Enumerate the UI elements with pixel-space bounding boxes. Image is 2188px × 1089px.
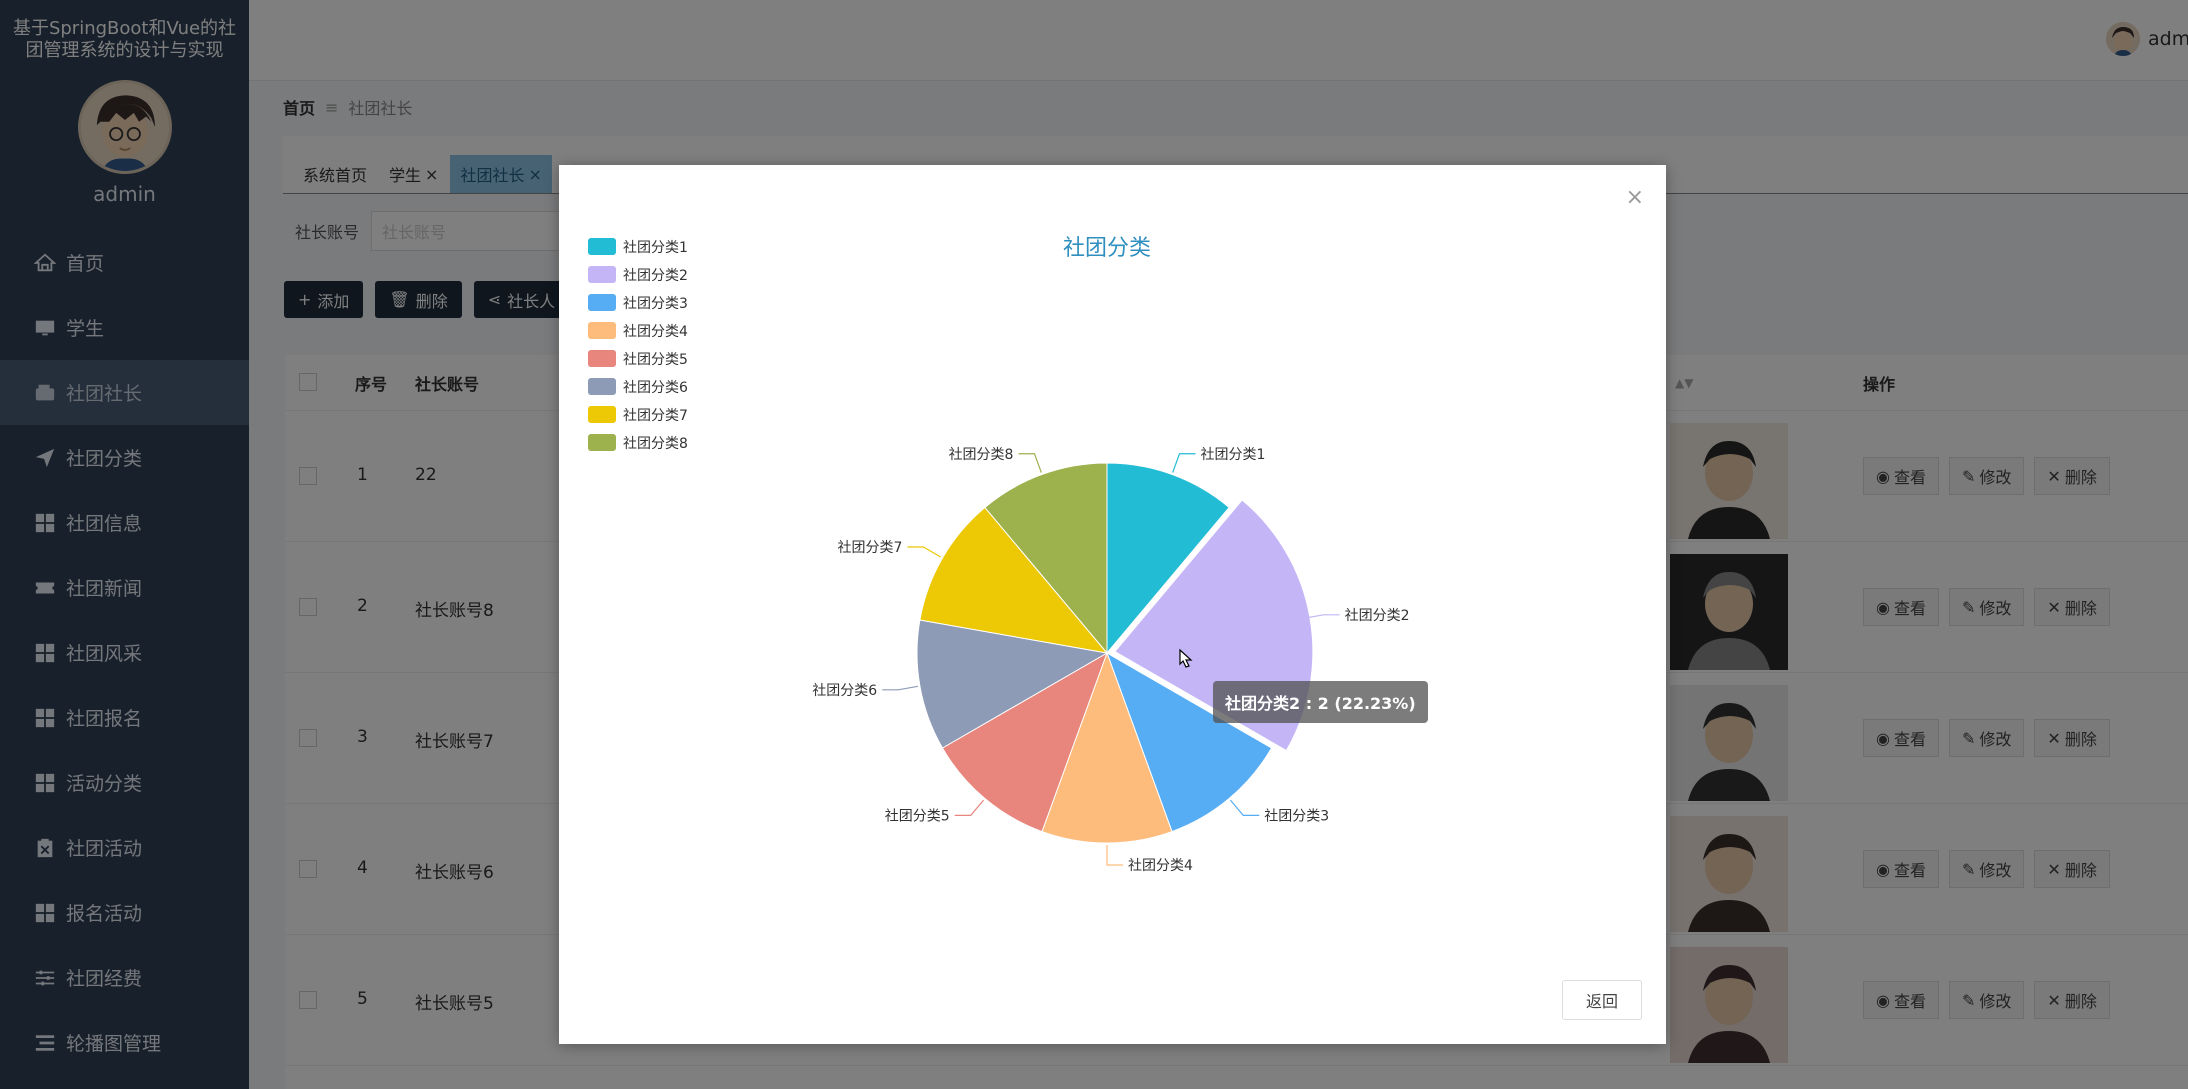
slice-label: 社团分类2 xyxy=(1345,608,1410,624)
legend-label[interactable]: 社团分类7 xyxy=(623,408,688,424)
legend-swatch[interactable] xyxy=(588,350,616,367)
legend-label[interactable]: 社团分类2 xyxy=(623,268,688,284)
slice-label-line xyxy=(1018,453,1042,473)
slice-label-line xyxy=(1229,799,1260,817)
legend-swatch[interactable] xyxy=(588,266,616,283)
legend-swatch[interactable] xyxy=(588,378,616,395)
slice-label-line xyxy=(954,799,985,817)
slice-label: 社团分类6 xyxy=(812,683,877,699)
legend-label[interactable]: 社团分类5 xyxy=(623,352,688,368)
slice-label-line xyxy=(1106,845,1123,866)
return-button[interactable]: 返回 xyxy=(1562,980,1642,1020)
legend-swatch[interactable] xyxy=(588,294,616,311)
legend-label[interactable]: 社团分类8 xyxy=(623,436,688,452)
chart-title: 社团分类 xyxy=(1063,236,1151,261)
legend-swatch[interactable] xyxy=(588,238,616,255)
legend-label[interactable]: 社团分类4 xyxy=(623,324,688,340)
slice-label: 社团分类7 xyxy=(837,540,902,556)
slice-label: 社团分类3 xyxy=(1264,808,1329,824)
chart-dialog: × 社团分类 社团分类1 社团分类2 社团分类3 社团分类4 社团分类5 社团分类6 社团分类… xyxy=(559,165,1666,1044)
slice-label-line xyxy=(1172,453,1196,473)
slice-label-line xyxy=(907,546,942,558)
slice-label-line xyxy=(882,685,919,691)
legend-label[interactable]: 社团分类1 xyxy=(623,240,688,256)
slice-label: 社团分类1 xyxy=(1201,447,1266,463)
pie-chart: 社团分类社团分类1社团分类2社团分类3社团分类4社团分类5社团分类6社团分类7社… xyxy=(588,236,1410,874)
legend-label[interactable]: 社团分类3 xyxy=(623,296,688,312)
slice-label: 社团分类4 xyxy=(1128,858,1193,874)
legend-swatch[interactable] xyxy=(588,434,616,451)
legend-swatch[interactable] xyxy=(588,406,616,423)
slice-label: 社团分类8 xyxy=(949,447,1014,463)
legend-label[interactable]: 社团分类6 xyxy=(623,380,688,396)
chart-tooltip: 社团分类2 : 2 (22.23%) xyxy=(1213,681,1428,723)
legend-swatch[interactable] xyxy=(588,322,616,339)
slice-label: 社团分类5 xyxy=(885,808,950,824)
